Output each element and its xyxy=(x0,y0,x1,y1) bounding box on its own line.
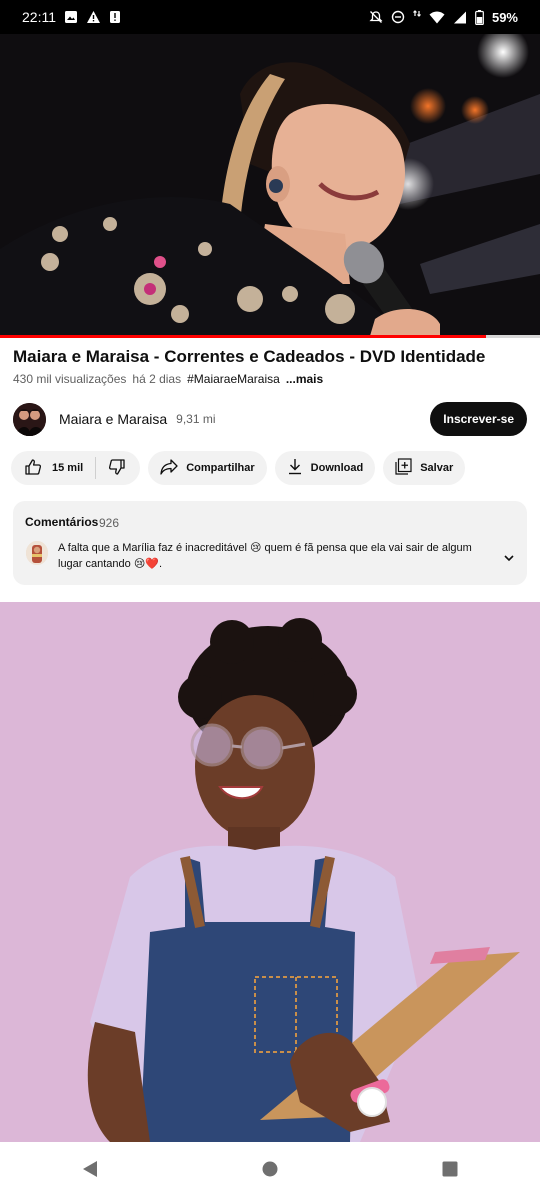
recents-square-icon xyxy=(442,1161,458,1182)
channel-name[interactable]: Maiara e Maraisa xyxy=(59,411,167,427)
mute-icon xyxy=(369,10,383,24)
upload-date: há 2 dias xyxy=(132,372,182,386)
signal-icon xyxy=(453,11,467,24)
promoted-image[interactable] xyxy=(0,602,540,1142)
share-button[interactable]: Compartilhar xyxy=(148,451,267,485)
back-triangle-icon xyxy=(82,1160,98,1183)
channel-avatar[interactable] xyxy=(13,402,46,436)
battery-icon xyxy=(475,9,484,25)
dnd-icon xyxy=(391,10,405,24)
comments-count: 926 xyxy=(99,516,120,530)
chevron-down-icon[interactable] xyxy=(503,549,515,567)
share-icon xyxy=(160,458,178,478)
dislike-button[interactable] xyxy=(96,451,140,485)
video-meta[interactable]: 430 mil visualizações há 2 dias #Maiarae… xyxy=(13,372,323,386)
alert-icon xyxy=(109,10,121,24)
home-button[interactable] xyxy=(250,1151,290,1191)
thumbs-up-icon xyxy=(24,458,42,479)
system-nav-bar xyxy=(0,1142,540,1200)
image-icon xyxy=(64,10,78,24)
like-count: 15 mil xyxy=(52,462,84,474)
status-right: 59% xyxy=(369,9,518,25)
action-bar: 15 mil Compartilhar Download Salvar xyxy=(11,451,466,485)
status-left: 22:11 xyxy=(22,9,121,25)
download-icon xyxy=(287,458,303,478)
top-comment-text: A falta que a Marília faz é inacreditáve… xyxy=(58,542,472,570)
more-link[interactable]: ...mais xyxy=(286,372,323,386)
data-icon xyxy=(413,10,421,24)
video-title[interactable]: Maiara e Maraisa - Correntes e Cadeados … xyxy=(13,346,533,368)
subscriber-count: 9,31 mi xyxy=(176,412,216,426)
like-dislike-group: 15 mil xyxy=(11,451,141,485)
wifi-icon xyxy=(429,11,445,24)
channel-row: Maiara e Maraisa 9,31 mi Inscrever-se xyxy=(13,401,527,437)
video-progress-fill xyxy=(0,335,486,338)
video-progress-bar[interactable] xyxy=(0,335,540,338)
back-button[interactable] xyxy=(70,1151,110,1191)
save-button[interactable]: Salvar xyxy=(383,451,466,485)
comments-heading: Comentários xyxy=(25,515,99,529)
download-button[interactable]: Download xyxy=(274,451,376,485)
status-bar: 22:11 59% xyxy=(0,0,540,34)
video-player[interactable] xyxy=(0,34,540,336)
hashtag-link[interactable]: #MaiaraeMaraisa xyxy=(187,372,280,386)
download-label: Download xyxy=(310,462,364,474)
comments-card[interactable]: Comentários 926 A falta que a Marília fa… xyxy=(13,501,527,585)
ad-illustration xyxy=(0,602,540,1142)
commenter-avatar xyxy=(26,541,48,565)
save-label: Salvar xyxy=(420,462,454,474)
subscribe-button[interactable]: Inscrever-se xyxy=(430,402,527,436)
view-count: 430 mil visualizações xyxy=(13,372,127,386)
warning-icon xyxy=(86,10,101,24)
like-button[interactable]: 15 mil xyxy=(11,451,95,485)
playlist-add-icon xyxy=(395,458,412,478)
video-frame xyxy=(0,34,540,336)
battery-percent: 59% xyxy=(491,9,518,25)
clock: 22:11 xyxy=(22,9,56,25)
recents-button[interactable] xyxy=(430,1151,470,1191)
share-label: Compartilhar xyxy=(186,462,255,474)
home-circle-icon xyxy=(262,1161,278,1182)
thumbs-down-icon xyxy=(108,458,126,479)
